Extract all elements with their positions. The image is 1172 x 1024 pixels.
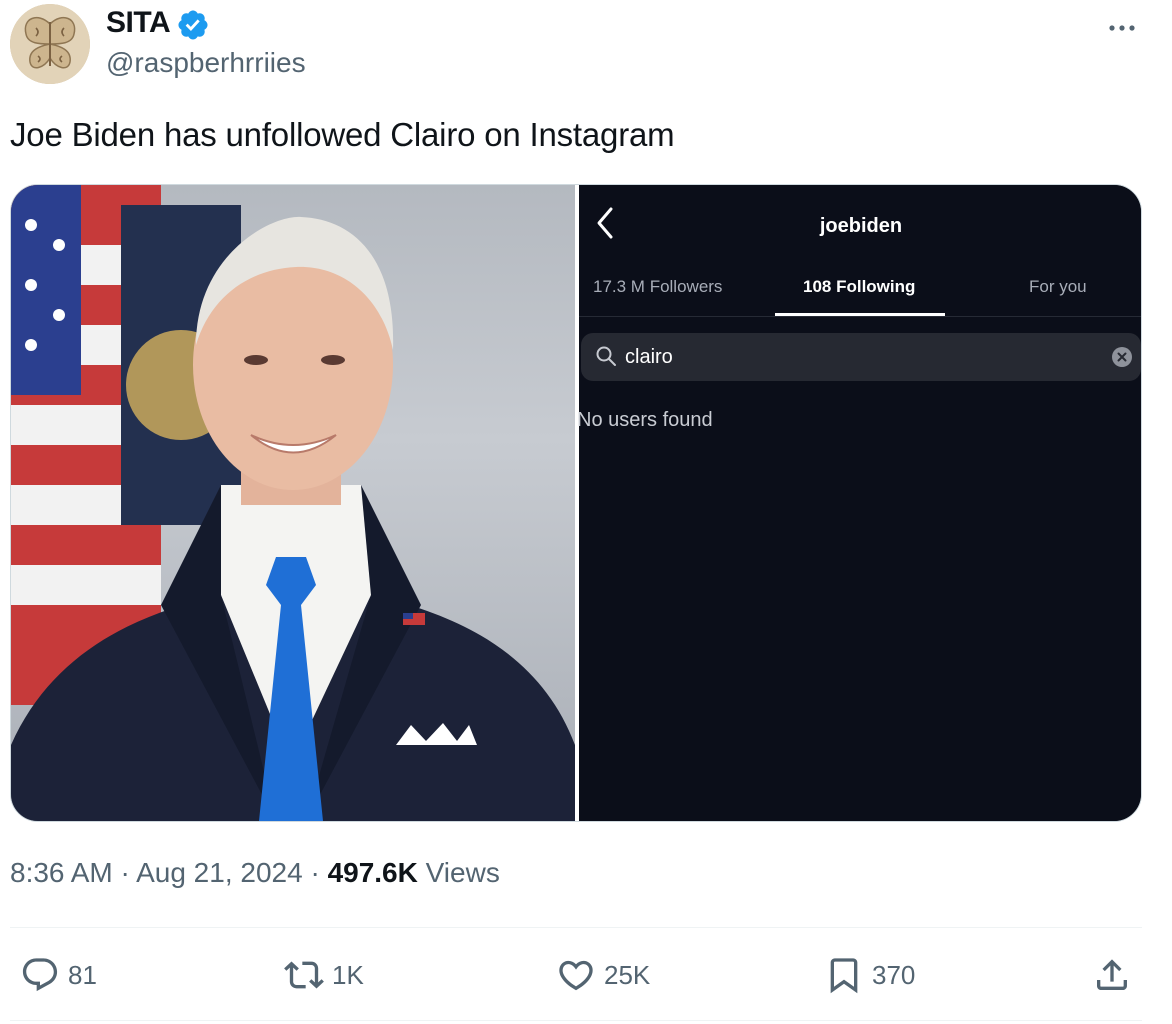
bookmark-button[interactable]: 370	[824, 954, 915, 996]
tweet-time[interactable]: 8:36 AM	[10, 857, 113, 888]
tab-for-you: For you	[1029, 277, 1087, 296]
retweet-button[interactable]: 1K	[284, 954, 364, 996]
search-icon	[596, 346, 616, 366]
share-button[interactable]	[1092, 954, 1132, 996]
search-value: clairo	[625, 346, 673, 368]
tweet-text: Joe Biden has unfollowed Clairo on Insta…	[10, 116, 675, 153]
instagram-search-bar: clairo	[581, 333, 1141, 381]
instagram-profile-title: joebiden	[819, 215, 903, 237]
user-handle[interactable]: @raspberhrriies	[106, 47, 306, 79]
bookmark-icon	[830, 958, 858, 994]
butterfly-avatar-image	[10, 4, 90, 84]
tweet-date[interactable]: Aug 21, 2024	[136, 857, 303, 888]
reply-count: 81	[68, 959, 97, 990]
views-count: 497.6K	[327, 857, 418, 888]
share-icon	[1097, 959, 1127, 990]
meta-separator-2: ·	[310, 857, 320, 888]
heart-icon	[559, 960, 593, 991]
reply-button[interactable]: 81	[20, 954, 97, 996]
like-button[interactable]: 25K	[556, 954, 650, 996]
display-name[interactable]: SITA	[106, 6, 171, 40]
views-label: Views	[425, 857, 500, 888]
meta-separator: ·	[120, 857, 130, 888]
actions-top-divider	[10, 927, 1142, 928]
tab-divider	[579, 316, 1141, 317]
reply-icon	[22, 958, 58, 992]
tab-following: 108 Following	[803, 277, 916, 296]
verified-badge-icon	[178, 10, 208, 40]
more-options-icon[interactable]	[1104, 8, 1140, 38]
tweet-meta: 8:36 AM · Aug 21, 2024 · 497.6K Views	[10, 857, 500, 889]
actions-bottom-divider	[10, 1020, 1142, 1021]
like-count: 25K	[604, 959, 651, 990]
portrait-illustration	[11, 185, 575, 821]
retweet-count: 1K	[332, 959, 364, 990]
no-results-message: No users found	[577, 409, 713, 431]
avatar[interactable]	[10, 4, 90, 84]
retweet-icon	[284, 961, 324, 989]
clear-search-icon	[1112, 347, 1132, 367]
tab-followers: 17.3 M Followers	[593, 277, 723, 296]
instagram-screenshot[interactable]: joebiden 17.3 M Followers 108 Following …	[577, 185, 1141, 821]
tweet-media[interactable]: joebiden 17.3 M Followers 108 Following …	[10, 184, 1142, 822]
bookmark-count: 370	[872, 959, 916, 990]
portrait-photo[interactable]	[11, 185, 575, 821]
